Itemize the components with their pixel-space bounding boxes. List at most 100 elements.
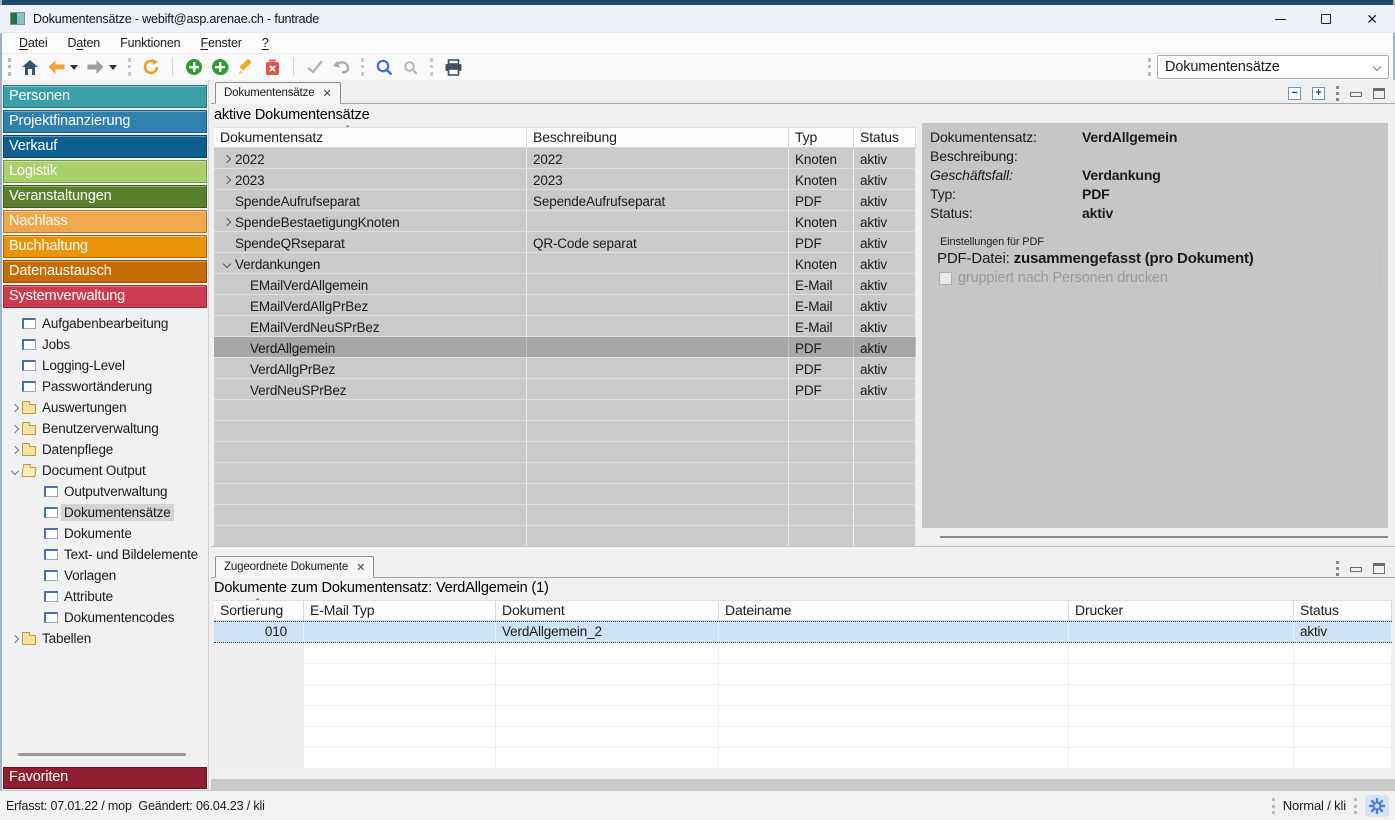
tree-item-document-output[interactable]: Document Output xyxy=(2,460,209,481)
module-systemverwaltung[interactable]: Systemverwaltung xyxy=(3,285,207,308)
collapse-all-icon[interactable]: − xyxy=(1288,87,1301,100)
search-icon[interactable] xyxy=(373,56,395,78)
module-datenaustausch[interactable]: Datenaustausch xyxy=(3,260,207,283)
table-row[interactable]: EMailVerdNeuSPrBezE-Mailaktiv xyxy=(214,316,916,337)
settings-button[interactable] xyxy=(1365,795,1389,817)
tree-item-passwort-nderung[interactable]: Passwortänderung xyxy=(2,376,209,397)
module-buchhaltung[interactable]: Buchhaltung xyxy=(3,235,207,258)
minimize-button[interactable] xyxy=(1257,5,1303,33)
tree-item-jobs[interactable]: Jobs xyxy=(2,334,209,355)
undo-icon[interactable] xyxy=(330,56,352,78)
table-row[interactable]: 20222022Knotenaktiv xyxy=(214,148,916,169)
menu-daten[interactable]: Daten xyxy=(58,34,109,52)
sidebar-horizontal-scrollbar[interactable] xyxy=(18,753,186,756)
search-secondary-icon[interactable] xyxy=(399,56,421,78)
menu-datei[interactable]: Datei xyxy=(10,34,56,52)
module-selector[interactable]: Dokumentensätze xyxy=(1157,55,1389,79)
back-icon[interactable] xyxy=(45,56,67,78)
panel-minimize-icon[interactable] xyxy=(1350,567,1362,572)
tree-item-outputverwaltung[interactable]: Outputverwaltung xyxy=(2,481,209,502)
module-veranstaltungen[interactable]: Veranstaltungen xyxy=(3,185,207,208)
back-dropdown-icon[interactable] xyxy=(70,65,78,70)
table-row[interactable]: VerdNeuSPrBezPDFaktiv xyxy=(214,379,916,400)
forward-dropdown-icon[interactable] xyxy=(109,65,117,70)
row-chevron[interactable] xyxy=(220,177,233,183)
expand-all-icon[interactable]: + xyxy=(1312,87,1325,100)
edit-pencil-icon[interactable] xyxy=(235,56,257,78)
row-chevron[interactable] xyxy=(220,156,233,162)
refresh-icon[interactable] xyxy=(140,56,162,78)
add-copy-icon[interactable] xyxy=(209,56,231,78)
table-row[interactable]: EMailVerdAllgemeinE-Mailaktiv xyxy=(214,274,916,295)
module-nachlass[interactable]: Nachlass xyxy=(3,210,207,233)
tree-item-text-und-bildelemente[interactable]: Text- und Bildelemente xyxy=(2,544,209,565)
panel-minimize-icon[interactable] xyxy=(1350,92,1362,97)
module-personen[interactable]: Personen xyxy=(3,85,207,108)
table-row[interactable]: SpendeAufrufseparatSependeAufrufseparatP… xyxy=(214,190,916,211)
column-header-status[interactable]: Status xyxy=(1294,601,1392,621)
column-header-e-mail-typ[interactable]: E-Mail Typ xyxy=(304,601,496,621)
tab-close-icon[interactable]: ✕ xyxy=(356,561,365,574)
tab-zugeordnete-dokumente[interactable]: Zugeordnete Dokumente ✕ xyxy=(215,556,374,578)
column-header-typ[interactable]: Typ xyxy=(789,128,854,148)
empty-cell xyxy=(1294,643,1392,663)
menu-funktionen[interactable]: Funktionen xyxy=(111,34,189,52)
menu-[interactable]: ? xyxy=(253,34,278,52)
toolbar-grip[interactable] xyxy=(8,58,11,76)
menu-fenster[interactable]: Fenster xyxy=(191,34,250,52)
column-header-status[interactable]: Status xyxy=(854,128,916,148)
table-row[interactable]: EMailVerdAllgPrBezE-Mailaktiv xyxy=(214,295,916,316)
tree-item-auswertungen[interactable]: Auswertungen xyxy=(2,397,209,418)
row-chevron[interactable] xyxy=(220,261,233,267)
detail-horizontal-scrollbar[interactable] xyxy=(940,536,1388,538)
panel-menu-icon[interactable] xyxy=(1336,86,1339,101)
table-row[interactable]: SpendeBestaetigungKnotenKnotenaktiv xyxy=(214,211,916,232)
print-icon[interactable] xyxy=(442,56,464,78)
confirm-check-icon[interactable] xyxy=(304,56,326,78)
empty-cell xyxy=(789,421,854,441)
panel-menu-icon[interactable] xyxy=(1336,561,1339,576)
tab-dokumentensaetze[interactable]: Dokumentensätze ✕ xyxy=(215,82,341,104)
module-verkauf[interactable]: Verkauf xyxy=(3,135,207,158)
column-header-sortierung[interactable]: Sortierungˆ xyxy=(214,601,304,621)
column-header-dateiname[interactable]: Dateiname xyxy=(719,601,1069,621)
checkbox-icon[interactable] xyxy=(939,272,952,285)
tree-item-attribute[interactable]: Attribute xyxy=(2,586,209,607)
panel-maximize-icon[interactable] xyxy=(1373,88,1385,99)
tree-item-logging-level[interactable]: Logging-Level xyxy=(2,355,209,376)
column-header-drucker[interactable]: Drucker xyxy=(1069,601,1294,621)
tab-close-icon[interactable]: ✕ xyxy=(322,87,331,100)
panel-splitter[interactable] xyxy=(211,546,1395,547)
forward-icon[interactable] xyxy=(84,56,106,78)
tree-item-tabellen[interactable]: Tabellen xyxy=(2,628,209,649)
add-icon[interactable] xyxy=(183,56,205,78)
table-row[interactable]: 010VerdAllgemein_2aktiv xyxy=(214,621,1392,643)
table-row[interactable]: SpendeQRseparatQR-Code separatPDFaktiv xyxy=(214,232,916,253)
table-row[interactable]: VerdAllgPrBezPDFaktiv xyxy=(214,358,916,379)
table-body: 20222022Knotenaktiv20232023KnotenaktivSp… xyxy=(214,148,916,547)
column-header-beschreibung[interactable]: Beschreibung xyxy=(527,128,789,148)
close-button[interactable]: ✕ xyxy=(1349,5,1395,33)
module-favoriten[interactable]: Favoriten xyxy=(3,767,207,789)
delete-trash-icon[interactable] xyxy=(261,56,283,78)
tree-item-vorlagen[interactable]: Vorlagen xyxy=(2,565,209,586)
tree-item-datenpflege[interactable]: Datenpflege xyxy=(2,439,209,460)
table-row[interactable]: VerdAllgemeinPDFaktiv xyxy=(214,337,916,358)
table-row[interactable]: VerdankungenKnotenaktiv xyxy=(214,253,916,274)
module-logistik[interactable]: Logistik xyxy=(3,160,207,183)
column-header-dokument[interactable]: Dokument xyxy=(496,601,719,621)
home-icon[interactable] xyxy=(19,56,41,78)
empty-cell xyxy=(214,484,527,504)
module-projektfinanzierung[interactable]: Projektfinanzierung xyxy=(3,110,207,133)
tree-item-benutzerverwaltung[interactable]: Benutzerverwaltung xyxy=(2,418,209,439)
tree-item-dokumentencodes[interactable]: Dokumentencodes xyxy=(2,607,209,628)
tree-item-dokumente[interactable]: Dokumente xyxy=(2,523,209,544)
row-chevron[interactable] xyxy=(220,219,233,225)
panel-maximize-icon[interactable] xyxy=(1373,563,1385,574)
table-row[interactable]: 20232023Knotenaktiv xyxy=(214,169,916,190)
toolbar-grip[interactable] xyxy=(1148,58,1151,76)
column-header-dokumentensatz[interactable]: Dokumentensatzˆ xyxy=(214,128,527,148)
maximize-button[interactable] xyxy=(1303,5,1349,33)
tree-item-aufgabenbearbeitung[interactable]: Aufgabenbearbeitung xyxy=(2,313,209,334)
tree-item-dokumentens-tze[interactable]: Dokumentensätze xyxy=(2,502,209,523)
